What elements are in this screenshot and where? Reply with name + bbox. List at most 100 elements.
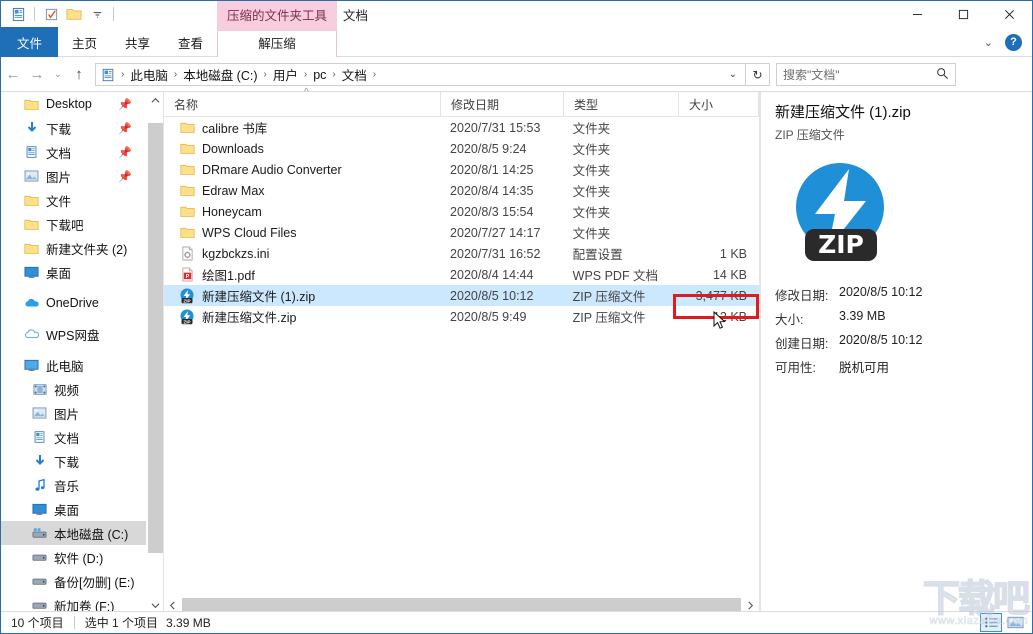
sidebar-item-desktop-quick[interactable]: Desktop 📌 — [1, 92, 146, 116]
sidebar-item-drive-d[interactable]: 软件 (D:) — [1, 545, 146, 569]
sidebar-item-label: Desktop — [46, 97, 92, 111]
file-name-cell[interactable]: ZIP 新建压缩文件 (1).zip — [164, 285, 440, 306]
table-row[interactable]: kgzbckzs.ini 2020/7/31 16:52 配置设置 1 KB — [164, 243, 759, 264]
help-icon[interactable]: ? — [1005, 33, 1022, 51]
scrollbar-track[interactable] — [147, 109, 164, 597]
details-view-button[interactable] — [980, 613, 1002, 632]
tab-extract[interactable]: 解压缩 — [217, 27, 338, 57]
details-file-type: ZIP 压缩文件 — [775, 127, 845, 142]
minimize-button[interactable] — [894, 1, 940, 27]
up-button[interactable]: ↑ — [67, 63, 91, 87]
table-row[interactable]: ZIP 新建压缩文件.zip 2020/8/5 9:49 ZIP 压缩文件 12… — [164, 306, 759, 327]
pin-icon[interactable]: 📌 — [118, 98, 132, 111]
breadcrumb-separator[interactable]: › — [370, 69, 379, 80]
sidebar-item-documents-quick[interactable]: 文档 📌 — [1, 140, 146, 164]
sidebar-item-pictures-quick[interactable]: 图片 📌 — [1, 164, 146, 188]
breadcrumb-local-disk[interactable]: 本地磁盘 (C:) — [180, 65, 260, 84]
breadcrumb-users[interactable]: 用户 — [270, 65, 301, 84]
file-date-cell: 2020/7/27 14:17 — [450, 225, 541, 240]
file-name-cell[interactable]: ZIP 新建压缩文件.zip — [164, 306, 440, 327]
back-button[interactable]: ← — [1, 63, 25, 87]
breadcrumb-documents[interactable]: 文档 — [339, 65, 370, 84]
status-item-count: 10 个项目 — [11, 616, 64, 630]
file-name-cell[interactable]: Edraw Max — [164, 180, 440, 201]
sidebar-item-downloads-quick[interactable]: 下载 📌 — [1, 116, 146, 140]
table-row[interactable]: DRmare Audio Converter 2020/8/1 14:25 文件… — [164, 159, 759, 180]
address-bar[interactable]: › 此电脑 › 本地磁盘 (C:) › 用户 › pc › 文档 › ⌄ — [95, 63, 746, 86]
table-row[interactable]: Honeycam 2020/8/3 15:54 文件夹 — [164, 201, 759, 222]
table-row[interactable]: Downloads 2020/8/5 9:24 文件夹 — [164, 138, 759, 159]
maximize-button[interactable] — [940, 1, 986, 27]
file-name-cell[interactable]: P 绘图1.pdf — [164, 264, 440, 285]
pin-icon[interactable]: 📌 — [118, 146, 132, 159]
sidebar-item-videos[interactable]: 视频 — [1, 377, 146, 401]
tab-home[interactable]: 主页 — [58, 27, 111, 57]
download-icon — [31, 453, 48, 470]
properties-icon[interactable] — [8, 4, 28, 24]
sidebar-item-music[interactable]: 音乐 — [1, 473, 146, 497]
table-row[interactable]: P 绘图1.pdf 2020/8/4 14:44 WPS PDF 文档 14 K… — [164, 264, 759, 285]
file-date-cell: 2020/8/4 14:35 — [450, 183, 534, 198]
sidebar-item-downloads[interactable]: 下载 — [1, 449, 146, 473]
customize-dropdown-icon[interactable] — [87, 4, 107, 24]
folder-icon[interactable] — [64, 4, 84, 24]
sidebar-item-local-disk-c[interactable]: 本地磁盘 (C:) — [1, 521, 146, 545]
new-folder-icon[interactable] — [41, 4, 61, 24]
pin-icon[interactable]: 📌 — [118, 122, 132, 135]
column-header-size[interactable]: 大小 — [679, 91, 759, 117]
breadcrumb-separator[interactable]: › — [261, 69, 270, 80]
sidebar-item-documents[interactable]: 文档 — [1, 425, 146, 449]
breadcrumb-this-pc[interactable]: 此电脑 — [127, 65, 171, 84]
chevron-down-icon[interactable]: ⌄ — [980, 36, 997, 49]
table-row[interactable]: calibre 书库 2020/7/31 15:53 文件夹 — [164, 117, 759, 138]
ribbon-tab-bar: 文件 主页 共享 查看 解压缩 ⌄ ? — [1, 27, 1032, 57]
breadcrumb-separator[interactable]: › — [171, 69, 180, 80]
column-header-name[interactable]: ^ 名称 — [164, 87, 441, 117]
pin-icon[interactable]: 📌 — [118, 170, 132, 183]
title-bar: 压缩的文件夹工具 文档 — [1, 1, 1032, 27]
file-name-cell[interactable]: Downloads — [164, 138, 440, 159]
breadcrumb-separator[interactable]: › — [329, 69, 338, 80]
file-name-cell[interactable]: WPS Cloud Files — [164, 222, 440, 243]
address-dropdown-icon[interactable]: ⌄ — [723, 69, 743, 80]
tab-file[interactable]: 文件 — [1, 27, 59, 57]
file-name-cell[interactable]: Honeycam — [164, 201, 440, 222]
file-name-cell[interactable]: calibre 书库 — [164, 117, 440, 138]
scrollbar-thumb[interactable] — [148, 123, 163, 553]
sidebar-item-files[interactable]: 文件 — [1, 188, 146, 212]
breadcrumb-separator[interactable]: › — [301, 69, 310, 80]
breadcrumb-separator[interactable]: › — [118, 69, 127, 80]
table-row[interactable]: ZIP 新建压缩文件 (1).zip 2020/8/5 10:12 ZIP 压缩… — [164, 285, 759, 306]
sidebar-item-desktop-pc[interactable]: 桌面 — [1, 497, 146, 521]
sidebar-item-new-folder-2[interactable]: 新建文件夹 (2) — [1, 236, 146, 260]
refresh-button[interactable]: ↻ — [746, 63, 770, 86]
sort-ascending-icon: ^ — [304, 86, 309, 98]
recent-locations-icon[interactable]: ⌄ — [49, 63, 67, 87]
tab-share[interactable]: 共享 — [111, 27, 164, 57]
sidebar-item-onedrive[interactable]: OneDrive — [1, 291, 146, 315]
file-name-cell[interactable]: DRmare Audio Converter — [164, 159, 440, 180]
details-property-value: 2020/8/5 10:12 — [839, 284, 923, 299]
scroll-up-icon[interactable] — [147, 92, 164, 109]
table-row[interactable]: WPS Cloud Files 2020/7/27 14:17 文件夹 — [164, 222, 759, 243]
sidebar-item-xiazaiba[interactable]: 下载吧 — [1, 212, 146, 236]
sidebar-item-wps-cloud[interactable]: WPS网盘 — [1, 322, 146, 346]
column-header-type[interactable]: 类型 — [564, 91, 679, 117]
file-name-cell[interactable]: kgzbckzs.ini — [164, 243, 440, 264]
sidebar-item-pictures[interactable]: 图片 — [1, 401, 146, 425]
forward-button[interactable]: → — [25, 63, 49, 87]
tab-view[interactable]: 查看 — [164, 27, 217, 57]
navigation-pane-scrollbar[interactable] — [146, 92, 164, 614]
search-input[interactable]: 搜索"文档" — [783, 66, 936, 83]
close-button[interactable] — [986, 1, 1032, 27]
search-icon[interactable] — [936, 67, 949, 83]
large-icons-view-button[interactable] — [1004, 613, 1026, 632]
search-box[interactable]: 搜索"文档" — [776, 63, 956, 86]
sidebar-item-drive-e[interactable]: 备份[勿删] (E:) — [1, 569, 146, 593]
folder-icon — [23, 192, 40, 209]
breadcrumb-pc[interactable]: pc — [310, 68, 329, 82]
sidebar-item-desktop[interactable]: 桌面 — [1, 260, 146, 284]
table-row[interactable]: Edraw Max 2020/8/4 14:35 文件夹 — [164, 180, 759, 201]
column-header-date[interactable]: 修改日期 — [441, 91, 564, 117]
sidebar-item-this-pc[interactable]: 此电脑 — [1, 353, 146, 377]
